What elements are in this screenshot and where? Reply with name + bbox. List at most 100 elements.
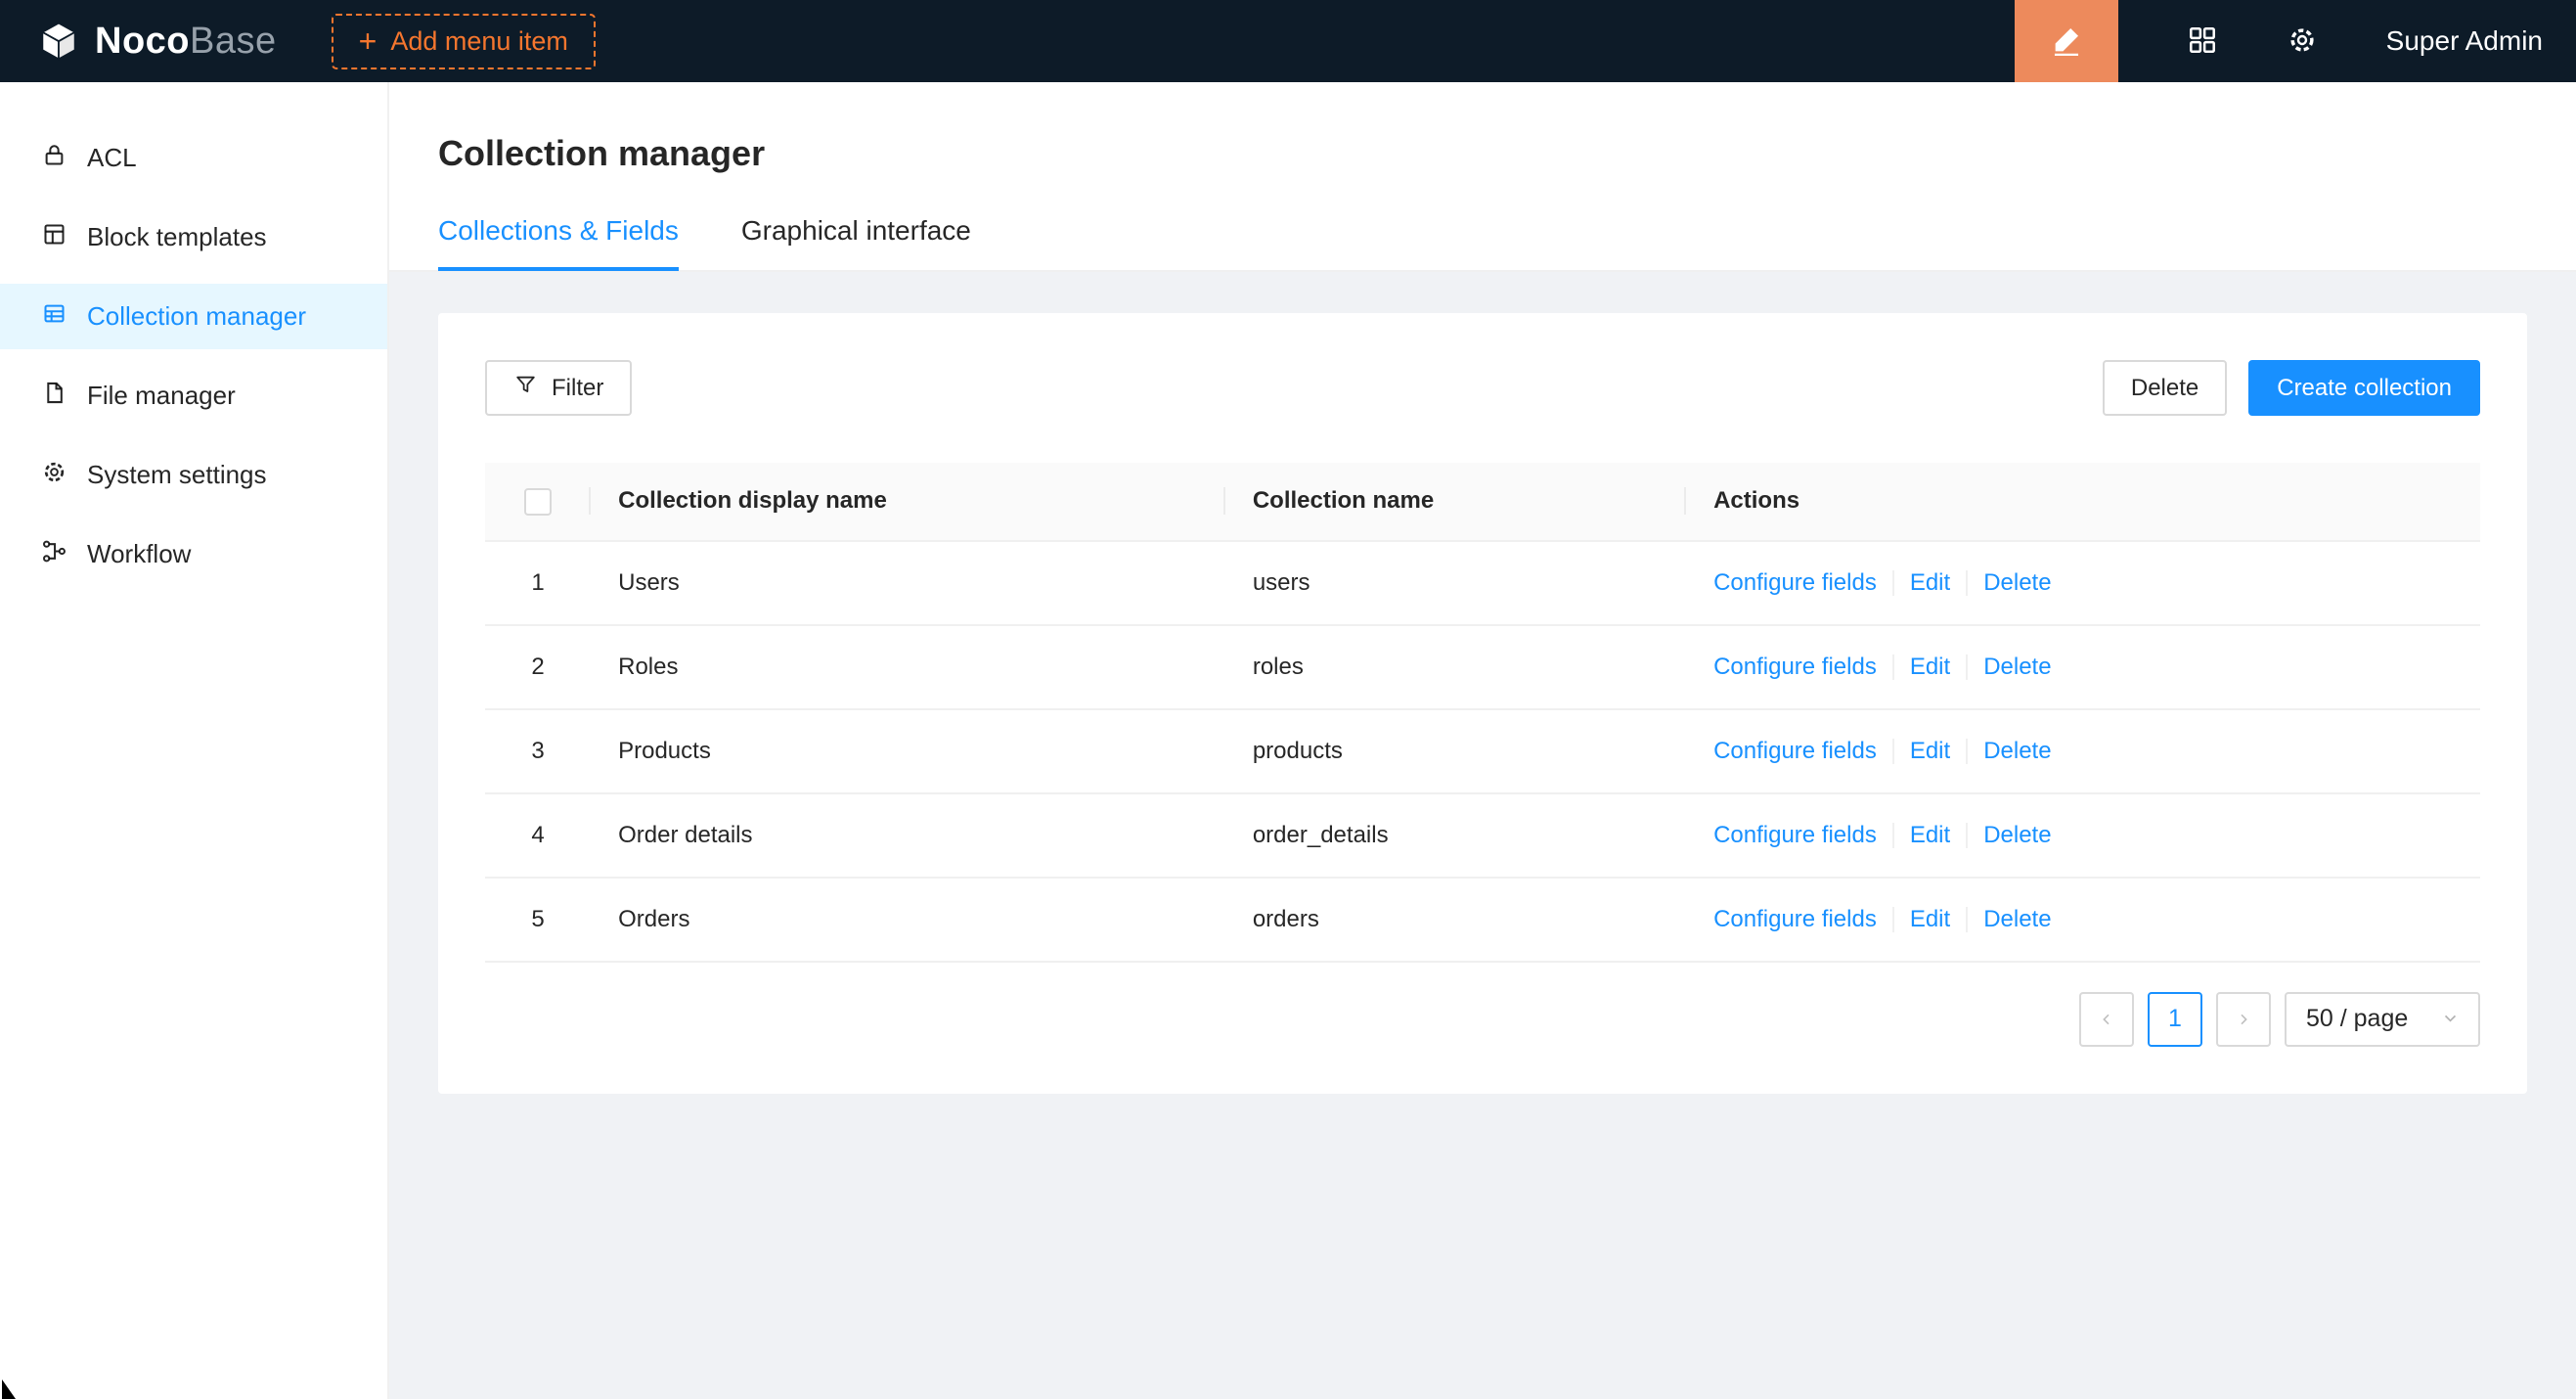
action-divider <box>1966 570 1968 596</box>
action-divider <box>1892 570 1894 596</box>
settings-sidebar: ACL Block templates Collection manager <box>0 82 389 1399</box>
configure-fields-link[interactable]: Configure fields <box>1713 569 1877 596</box>
delete-link[interactable]: Delete <box>1983 569 2051 596</box>
collection-display-name: Users <box>591 541 1225 625</box>
action-divider <box>1966 823 1968 848</box>
edit-link[interactable]: Edit <box>1910 654 1950 680</box>
pagination: 1 50 / page <box>485 992 2480 1047</box>
action-divider <box>1892 823 1894 848</box>
configure-fields-link[interactable]: Configure fields <box>1713 822 1877 848</box>
configure-fields-link[interactable]: Configure fields <box>1713 738 1877 764</box>
table-row: 4 Order details order_details Configure … <box>485 793 2480 878</box>
card-toolbar: Filter Delete Create collection <box>485 360 2480 416</box>
page-number-1[interactable]: 1 <box>2148 992 2202 1047</box>
select-all-checkbox[interactable] <box>524 488 552 516</box>
edit-link[interactable]: Edit <box>1910 822 1950 848</box>
sidebar-item-label: File manager <box>87 381 236 411</box>
page-title: Collection manager <box>438 133 2527 174</box>
action-divider <box>1892 907 1894 932</box>
tab-graphical-interface[interactable]: Graphical interface <box>741 215 971 270</box>
tab-collections-and-fields[interactable]: Collections & Fields <box>438 215 679 270</box>
gear-icon <box>41 459 67 492</box>
screen-corner-artifact <box>2 1379 16 1399</box>
workflow-icon <box>41 538 67 571</box>
configure-fields-link[interactable]: Configure fields <box>1713 654 1877 680</box>
page-size-select[interactable]: 50 / page <box>2285 992 2480 1047</box>
create-collection-button[interactable]: Create collection <box>2248 360 2480 416</box>
row-index: 4 <box>485 793 591 878</box>
action-divider <box>1966 907 1968 932</box>
sidebar-item-acl[interactable]: ACL <box>0 125 387 191</box>
sidebar-item-workflow[interactable]: Workflow <box>0 521 387 587</box>
gear-icon <box>2287 24 2318 59</box>
delete-link[interactable]: Delete <box>1983 822 2051 848</box>
brand-wordmark: NocoBase <box>95 21 277 63</box>
table-header-row: Collection display name Collection name … <box>485 463 2480 541</box>
filter-label: Filter <box>552 375 603 402</box>
current-user[interactable]: Super Admin <box>2386 25 2543 57</box>
sidebar-item-system-settings[interactable]: System settings <box>0 442 387 508</box>
action-divider <box>1966 654 1968 680</box>
settings-button[interactable] <box>2287 24 2318 59</box>
collection-name: orders <box>1225 878 1686 962</box>
collection-table-icon <box>41 300 67 334</box>
topbar: NocoBase + Add menu item <box>0 0 2576 82</box>
collection-display-name: Roles <box>591 625 1225 709</box>
lock-icon <box>41 142 67 175</box>
row-index: 5 <box>485 878 591 962</box>
table-row: 2 Roles roles Configure fields Edit Delete <box>485 625 2480 709</box>
collection-name: order_details <box>1225 793 1686 878</box>
toolbar-actions: Delete Create collection <box>2103 360 2480 416</box>
delete-link[interactable]: Delete <box>1983 906 2051 932</box>
collections-table: Collection display name Collection name … <box>485 463 2480 963</box>
row-index: 1 <box>485 541 591 625</box>
collection-name: roles <box>1225 625 1686 709</box>
column-header-display-name: Collection display name <box>591 463 1225 541</box>
plus-icon: + <box>359 25 378 57</box>
add-menu-item-button[interactable]: + Add menu item <box>332 14 596 69</box>
delete-link[interactable]: Delete <box>1983 654 2051 680</box>
sidebar-item-label: System settings <box>87 460 267 490</box>
column-header-name: Collection name <box>1225 463 1686 541</box>
action-divider <box>1892 739 1894 764</box>
funnel-icon <box>513 373 538 404</box>
plugins-button[interactable] <box>2187 24 2218 59</box>
edit-link[interactable]: Edit <box>1910 738 1950 764</box>
add-menu-item-label: Add menu item <box>390 26 568 57</box>
sidebar-item-collection-manager[interactable]: Collection manager <box>0 284 387 349</box>
edit-link[interactable]: Edit <box>1910 569 1950 596</box>
ui-editor-button[interactable] <box>2015 0 2118 82</box>
sidebar-item-label: Block templates <box>87 222 267 252</box>
sidebar-item-block-templates[interactable]: Block templates <box>0 204 387 270</box>
tabs: Collections & Fields Graphical interface <box>438 215 2527 270</box>
highlighter-pen-icon <box>2050 23 2083 60</box>
sidebar-item-label: Workflow <box>87 539 191 569</box>
collection-display-name: Products <box>591 709 1225 793</box>
row-index: 2 <box>485 625 591 709</box>
sidebar-item-file-manager[interactable]: File manager <box>0 363 387 429</box>
chevron-down-icon <box>2442 1005 2459 1033</box>
configure-fields-link[interactable]: Configure fields <box>1713 906 1877 932</box>
edit-link[interactable]: Edit <box>1910 906 1950 932</box>
page-size-value: 50 / page <box>2306 1005 2408 1033</box>
row-index: 3 <box>485 709 591 793</box>
filter-button[interactable]: Filter <box>485 360 632 416</box>
grid-appstore-icon <box>2187 24 2218 59</box>
collection-display-name: Order details <box>591 793 1225 878</box>
next-page-button[interactable] <box>2216 992 2271 1047</box>
sidebar-item-label: ACL <box>87 143 137 173</box>
delete-button[interactable]: Delete <box>2103 360 2227 416</box>
action-divider <box>1892 654 1894 680</box>
topbar-actions: Super Admin <box>2015 0 2576 82</box>
file-icon <box>41 380 67 413</box>
column-header-actions: Actions <box>1686 463 2480 541</box>
page-header: Collection manager Collections & Fields … <box>389 82 2576 272</box>
delete-link[interactable]: Delete <box>1983 738 2051 764</box>
content-area: Filter Delete Create collection Coll <box>389 272 2576 1399</box>
nocobase-cube-icon <box>36 21 81 62</box>
collection-display-name: Orders <box>591 878 1225 962</box>
layout-icon <box>41 221 67 254</box>
nocobase-logo: NocoBase <box>36 21 277 63</box>
prev-page-button[interactable] <box>2079 992 2134 1047</box>
collections-card: Filter Delete Create collection Coll <box>438 313 2527 1094</box>
